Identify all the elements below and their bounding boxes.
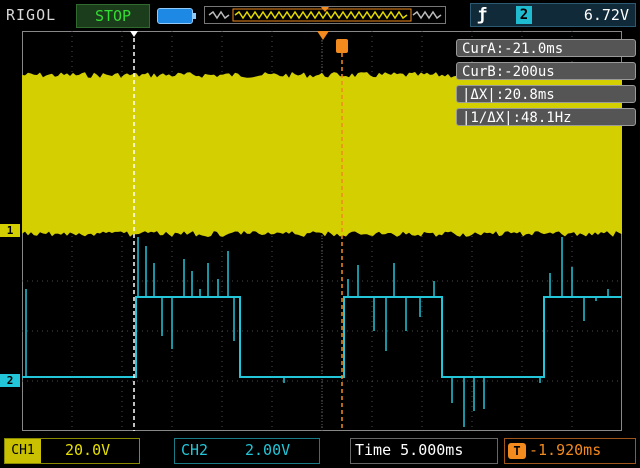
waveform-display[interactable]: CurA:-21.0ms CurB:-200us |ΔX|:20.8ms |1/…: [22, 31, 636, 431]
cursor-b-marker: [336, 39, 348, 53]
ch1-level-marker[interactable]: 1: [0, 224, 20, 237]
ch1-scale-panel[interactable]: CH1 20.0V: [4, 438, 140, 464]
ch1-label: CH1: [5, 439, 41, 463]
trigger-position-icon: T: [508, 443, 526, 459]
trigger-source-badge: 2: [516, 6, 532, 24]
cursor-a-marker: [130, 31, 138, 37]
ch2-glitch-spikes: [25, 237, 609, 427]
inverse-delta-x-readout: |1/ΔX|:48.1Hz: [456, 108, 636, 126]
brand-label: RIGOL: [6, 6, 57, 24]
rising-edge-icon: ƒ: [477, 5, 488, 25]
timebase-value: Time 5.000ms: [355, 441, 464, 459]
cursor-b-readout: CurB:-200us: [456, 62, 636, 80]
bottom-status-bar: CH1 20.0V CH2 2.00V Time 5.000ms T -1.92…: [0, 434, 640, 468]
trigger-offset-panel[interactable]: T -1.920ms: [504, 438, 636, 464]
ch2-label: CH2: [181, 441, 209, 459]
trigger-level: 6.72V: [583, 6, 629, 24]
trigger-panel[interactable]: ƒ 2 6.72V: [470, 3, 636, 27]
ch2-scale-panel[interactable]: CH2 2.00V: [174, 438, 320, 464]
ch2-level-marker[interactable]: 2: [0, 374, 20, 387]
ch2-scale: 2.00V: [245, 441, 291, 459]
trigger-position-marker: [317, 31, 329, 40]
memory-overview-strip[interactable]: [204, 6, 446, 24]
cursor-a-readout: CurA:-21.0ms: [456, 39, 636, 57]
trigger-offset-value: -1.920ms: [529, 441, 602, 459]
delta-x-readout: |ΔX|:20.8ms: [456, 85, 636, 103]
status-bar: RIGOL STOP ƒ 2 6.72V: [0, 0, 640, 30]
ch1-scale: 20.0V: [65, 441, 111, 459]
timebase-panel[interactable]: Time 5.000ms: [350, 438, 498, 464]
ch2-waveform: [22, 296, 622, 378]
run-stop-status[interactable]: STOP: [76, 4, 150, 28]
battery-icon: [157, 8, 196, 24]
